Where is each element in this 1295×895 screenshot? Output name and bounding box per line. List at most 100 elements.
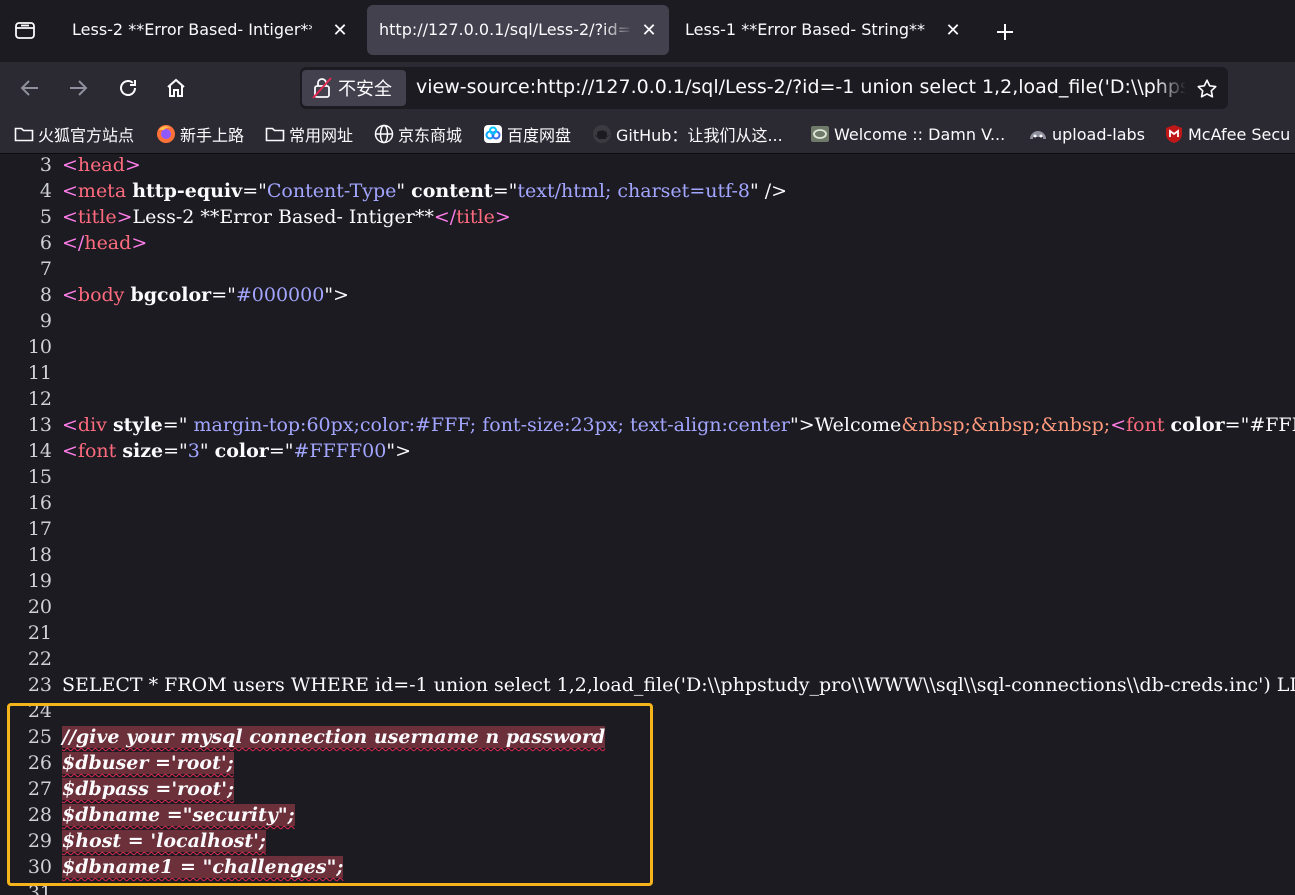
leaked-comment: //give your mysql connection username n … (62, 726, 606, 748)
line-code: <div style=" margin-top:60px;color:#FFF;… (62, 414, 1295, 436)
line-number: 14 (27, 440, 52, 462)
mcafee-icon (1164, 124, 1184, 144)
folder-icon (14, 124, 34, 144)
tab-active-view-source[interactable]: http://127.0.0.1/sql/Less-2/?id=-1 union… (367, 5, 669, 55)
line-code: </head> (62, 232, 148, 254)
tab-close-icon[interactable]: ✕ (941, 18, 965, 42)
line-number: 21 (27, 622, 52, 644)
security-indicator[interactable]: 不安全 (302, 70, 406, 106)
upload-labs-icon (1028, 124, 1048, 144)
line-number: 27 (27, 778, 52, 800)
line-number: 11 (27, 362, 52, 384)
line-number: 16 (27, 492, 52, 514)
url-input[interactable]: view-source:http://127.0.0.1/sql/Less-2/… (416, 76, 1186, 98)
baidu-pan-icon (483, 124, 503, 144)
bookmark-jd[interactable]: 京东商城 (374, 122, 462, 146)
bookmark-label: McAfee Secu (1188, 124, 1291, 144)
line-number: 7 (39, 258, 52, 280)
bookmark-label: 火狐官方站点 (38, 126, 135, 145)
forward-button[interactable] (62, 72, 94, 104)
line-number: 25 (27, 726, 52, 748)
leaked-dbname1: $dbname1 = "challenges"; (62, 856, 344, 878)
dvwa-icon (810, 124, 830, 144)
bookmark-label: GitHub：让我们从这... (616, 126, 783, 145)
tab-list-button[interactable] (0, 6, 50, 54)
reload-button[interactable] (112, 72, 144, 104)
bookmark-mcafee[interactable]: McAfee Secu (1164, 122, 1290, 146)
bookmarks-toolbar: 火狐官方站点 新手上路 常用网址 京东商城 百度网盘 GitHub：让我们从这.… (0, 114, 1295, 154)
tab-title: Less-1 **Error Based- String** (685, 20, 925, 39)
star-icon (1197, 79, 1217, 98)
bookmark-dvwa[interactable]: Welcome :: Damn V... (810, 122, 1005, 146)
bookmark-label: Welcome :: Damn V... (834, 124, 1006, 144)
line-code: <title>Less-2 **Error Based- Intiger**</… (62, 206, 511, 228)
bookmark-github[interactable]: GitHub：让我们从这... (592, 122, 783, 146)
line-number: 26 (27, 752, 52, 774)
line-number: 4 (39, 180, 52, 202)
arrow-left-icon (20, 80, 38, 96)
firefox-icon (156, 124, 176, 144)
line-number: 29 (27, 830, 52, 852)
navigation-toolbar: 不安全 view-source:http://127.0.0.1/sql/Les… (0, 62, 1295, 114)
bookmark-label: 新手上路 (180, 126, 245, 145)
bookmark-common-sites[interactable]: 常用网址 (265, 122, 353, 146)
tab-title: Less-2 **Error Based- Intiger** (72, 20, 312, 39)
plus-icon (997, 24, 1013, 40)
bookmark-label: 京东商城 (398, 126, 463, 145)
line-number: 20 (27, 596, 52, 618)
arrow-right-icon (70, 80, 88, 96)
line-number: 18 (27, 544, 52, 566)
globe-icon (374, 124, 394, 144)
back-button[interactable] (14, 72, 46, 104)
line-number: 10 (27, 336, 52, 358)
line-number: 17 (27, 518, 52, 540)
home-button[interactable] (160, 72, 192, 104)
line-code: <head> (62, 154, 141, 176)
bookmark-label: 百度网盘 (507, 126, 572, 145)
insecure-lock-icon (312, 77, 332, 99)
bookmark-label: 常用网址 (289, 126, 354, 145)
line-number: 24 (27, 700, 52, 722)
line-number: 30 (27, 856, 52, 878)
line-number: 15 (27, 466, 52, 488)
sql-query-text: SELECT * FROM users WHERE id=-1 union se… (62, 674, 1295, 696)
view-source-content: 3 <head> 4 <meta http-equiv="Content-Typ… (0, 154, 1295, 895)
tab-title: http://127.0.0.1/sql/Less-2/?id=-1 union (379, 20, 633, 39)
line-number: 9 (39, 310, 52, 332)
new-tab-button[interactable] (990, 17, 1020, 47)
line-number: 6 (39, 232, 52, 254)
bookmark-label: upload-labs (1052, 124, 1146, 144)
line-number: 12 (27, 388, 52, 410)
url-bar[interactable]: 不安全 view-source:http://127.0.0.1/sql/Les… (300, 67, 1228, 109)
line-number: 19 (27, 570, 52, 592)
bookmark-firefox-official[interactable]: 火狐官方站点 (14, 122, 134, 146)
folder-icon (265, 124, 285, 144)
tab-less-2[interactable]: Less-2 **Error Based- Intiger** ✕ (56, 5, 362, 55)
line-number: 5 (39, 206, 52, 228)
tab-close-icon[interactable]: ✕ (637, 18, 661, 42)
line-code: <font size="3" color="#FFFF00"> (62, 440, 411, 462)
line-number: 31 (27, 882, 52, 895)
tab-less-1[interactable]: Less-1 **Error Based- String** ✕ (673, 5, 973, 55)
tab-list-icon (15, 22, 35, 39)
line-code: <body bgcolor="#000000"> (62, 284, 349, 306)
bookmark-getting-started[interactable]: 新手上路 (156, 122, 244, 146)
line-code: <meta http-equiv="Content-Type" content=… (62, 180, 788, 202)
bookmark-upload-labs[interactable]: upload-labs (1028, 122, 1145, 146)
home-icon (167, 78, 185, 97)
line-number: 13 (27, 414, 52, 436)
leaked-dbname: $dbname ="security"; (62, 804, 295, 826)
tab-strip: Less-2 **Error Based- Intiger** ✕ http:/… (0, 0, 1295, 62)
line-number: 28 (27, 804, 52, 826)
line-number: 23 (27, 674, 52, 696)
security-label: 不安全 (338, 79, 392, 100)
leaked-host: $host = 'localhost'; (62, 830, 266, 852)
bookmark-star-button[interactable] (1194, 76, 1220, 102)
tab-close-icon[interactable]: ✕ (328, 18, 352, 42)
leaked-dbuser: $dbuser ='root'; (62, 752, 234, 774)
bookmark-baidu-pan[interactable]: 百度网盘 (483, 122, 571, 146)
line-number: 22 (27, 648, 52, 670)
line-number: 8 (39, 284, 52, 306)
reload-icon (120, 80, 136, 96)
leaked-dbpass: $dbpass ='root'; (62, 778, 235, 800)
